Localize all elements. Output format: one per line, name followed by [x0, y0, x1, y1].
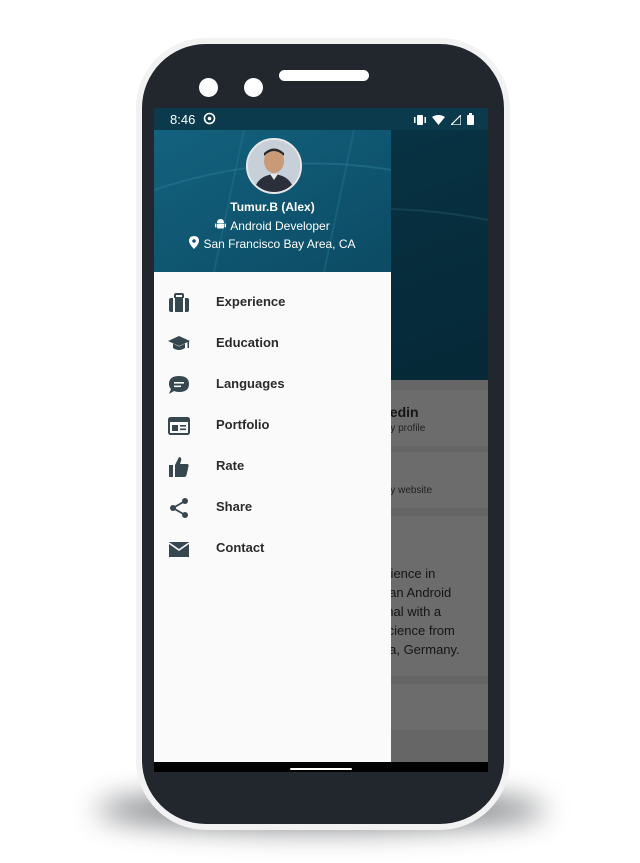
status-time: 8:46: [170, 112, 196, 127]
sync-icon: [203, 112, 216, 128]
profile-location-row: San Francisco Bay Area, CA: [154, 236, 391, 252]
graduation-cap-icon: [168, 333, 190, 355]
menu-item-label: Experience: [216, 294, 286, 309]
vibrate-icon: [414, 113, 426, 128]
menu-item-languages[interactable]: Languages: [154, 364, 391, 404]
menu-item-label: Portfolio: [216, 417, 270, 432]
system-nav-bar: [154, 762, 488, 772]
location-pin-icon: [189, 236, 200, 252]
menu-item-label: Share: [216, 499, 253, 514]
phone-screen: 8:46 kedin my profile b my website: [154, 108, 488, 772]
battery-icon: [467, 113, 474, 128]
menu-item-contact[interactable]: Contact: [154, 528, 391, 568]
navigation-drawer: Tumur.B (Alex) Android Developer San Fra…: [154, 130, 391, 772]
drawer-header: Tumur.B (Alex) Android Developer San Fra…: [154, 130, 391, 272]
thumbs-up-icon: [168, 456, 190, 478]
briefcase-icon: [168, 292, 190, 314]
menu-item-label: Languages: [216, 376, 285, 391]
profile-location: San Francisco Bay Area, CA: [203, 237, 356, 251]
menu-item-rate[interactable]: Rate: [154, 446, 391, 486]
profile-avatar[interactable]: [246, 138, 302, 194]
menu-item-label: Rate: [216, 458, 245, 473]
mail-icon: [168, 538, 190, 560]
menu-item-experience[interactable]: Experience: [154, 282, 391, 322]
menu-item-share[interactable]: Share: [154, 487, 391, 527]
profile-title: Android Developer: [230, 218, 330, 233]
android-icon: [215, 218, 227, 233]
front-sensor: [244, 78, 263, 97]
menu-item-label: Education: [216, 335, 279, 350]
profile-name: Tumur.B (Alex): [230, 200, 315, 214]
menu-item-portfolio[interactable]: Portfolio: [154, 405, 391, 445]
menu-item-education[interactable]: Education: [154, 323, 391, 363]
profile-title-row: Android Developer: [154, 218, 391, 233]
home-indicator[interactable]: [290, 768, 352, 770]
share-icon: [168, 497, 190, 519]
earpiece-speaker: [279, 70, 369, 81]
signal-icon: [449, 113, 462, 128]
web-window-icon: [168, 415, 190, 437]
chat-bubble-icon: [168, 374, 190, 396]
wifi-icon: [432, 113, 445, 128]
front-camera: [199, 78, 218, 97]
status-bar: 8:46: [154, 108, 488, 130]
menu-item-label: Contact: [216, 540, 265, 555]
